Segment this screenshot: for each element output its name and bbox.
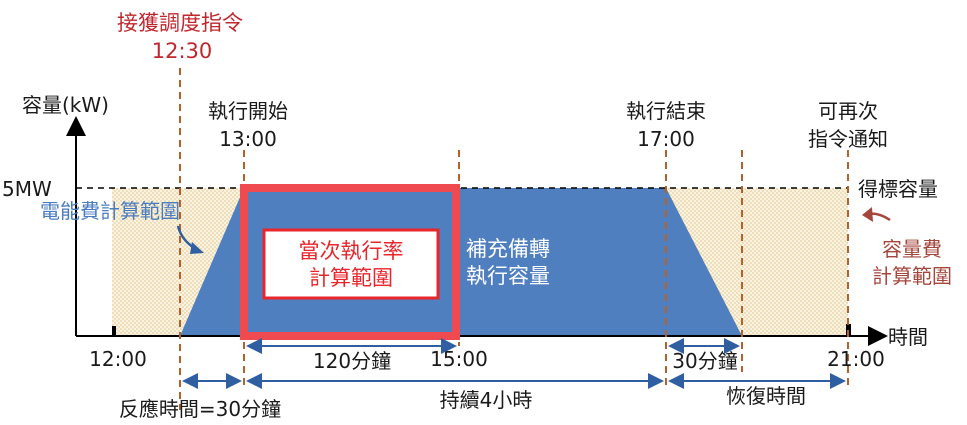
exec-end-time: 17:00 xyxy=(637,127,695,151)
capacity-fee-label-1: 容量費 xyxy=(882,237,942,261)
time-1500: 15:00 xyxy=(430,347,488,371)
x-axis-label: 時間 xyxy=(888,325,928,349)
energy-fee-range-label: 電能費計算範圍 xyxy=(40,199,180,223)
y-axis-label: 容量(kW) xyxy=(22,93,109,117)
tick-1200 xyxy=(112,326,116,336)
execution-rate-label-1: 當次執行率 xyxy=(299,239,404,263)
renotify-label-1: 可再次 xyxy=(818,99,878,123)
dispatch-time: 12:30 xyxy=(152,39,213,63)
time-1200: 12:00 xyxy=(89,347,147,371)
capacity-fee-label-2: 計算範圍 xyxy=(872,264,952,288)
level-5mw-label: 5MW xyxy=(2,177,52,201)
exec-end-label: 執行結束 xyxy=(626,99,706,123)
exec-start-time: 13:00 xyxy=(219,127,277,151)
duration-sustain: 持續4小時 xyxy=(440,388,533,412)
supplement-label-2: 執行容量 xyxy=(466,264,550,288)
supplement-label-1: 補充備轉 xyxy=(466,237,550,261)
capacity-timeline-diagram: 當次執行率 計算範圍 補充備轉 執行容量 接獲調度指令 12:30 容量(kW)… xyxy=(2,11,952,421)
time-2100: 21:00 xyxy=(827,347,885,371)
exec-start-label: 執行開始 xyxy=(208,99,288,123)
duration-recovery: 恢復時間 xyxy=(726,384,806,408)
dispatch-title: 接獲調度指令 xyxy=(117,11,243,35)
execution-rate-label-2: 計算範圍 xyxy=(309,266,393,290)
awarded-capacity-label: 得標容量 xyxy=(858,177,938,201)
duration-120min: 120分鐘 xyxy=(313,349,391,373)
renotify-label-2: 指令通知 xyxy=(808,127,888,151)
capacity-fee-arrow-head xyxy=(862,207,873,222)
duration-response: 反應時間=30分鐘 xyxy=(119,397,281,421)
duration-recovery-30min: 30分鐘 xyxy=(672,349,737,373)
